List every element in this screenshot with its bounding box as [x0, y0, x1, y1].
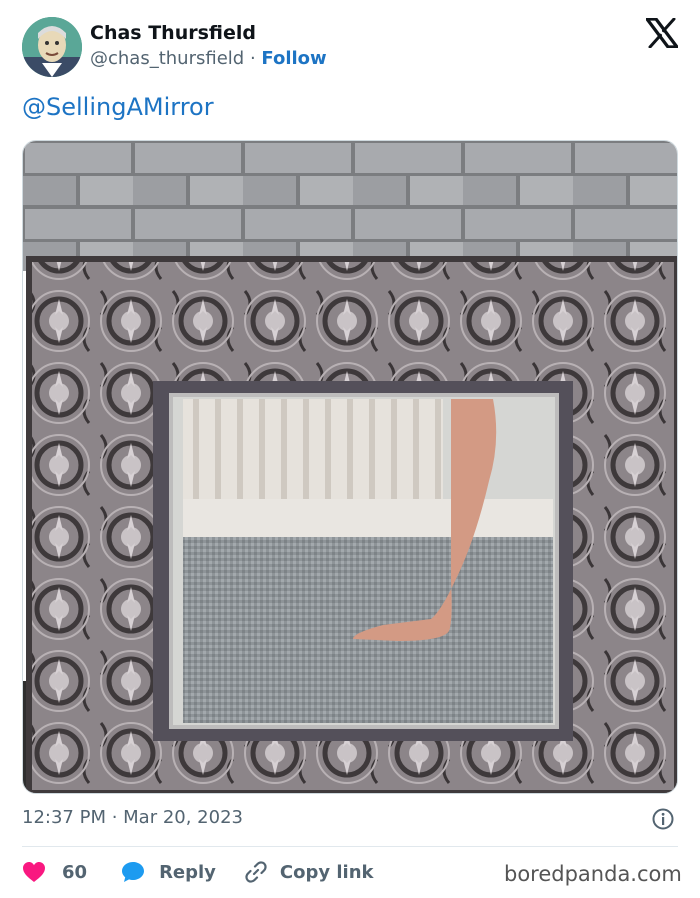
x-logo-icon[interactable]	[646, 18, 678, 48]
heart-icon	[23, 862, 45, 882]
reply-bubble-icon	[122, 862, 145, 882]
like-button[interactable]: 60	[22, 861, 87, 883]
tweet-timestamp[interactable]: 12:37 PM · Mar 20, 2023	[22, 807, 243, 828]
avatar[interactable]	[22, 17, 82, 77]
watermark-boredpanda: boredpanda.com	[504, 862, 682, 886]
copy-link-button[interactable]: Copy link	[244, 860, 374, 884]
avatar-image	[22, 17, 82, 77]
tweet-photo[interactable]	[22, 140, 678, 794]
tweet-text-mention[interactable]: @SellingAMirror	[22, 93, 214, 121]
tweet-actions: 60 Reply Copy link	[22, 858, 374, 886]
author-handle[interactable]: @chas_thursfield	[90, 48, 244, 69]
copy-link-label: Copy link	[279, 861, 374, 883]
info-icon[interactable]	[652, 808, 674, 830]
mirror-photo-image	[23, 141, 677, 793]
divider	[22, 846, 678, 847]
reply-button[interactable]: Reply	[121, 861, 216, 883]
separator-dot: ·	[244, 48, 262, 69]
author-handle-line: @chas_thursfield · Follow	[90, 48, 327, 69]
follow-button[interactable]: Follow	[261, 48, 326, 69]
like-count: 60	[62, 861, 88, 883]
link-icon	[245, 861, 267, 883]
reply-label: Reply	[159, 861, 216, 883]
author-display-name[interactable]: Chas Thursfield	[90, 22, 256, 44]
